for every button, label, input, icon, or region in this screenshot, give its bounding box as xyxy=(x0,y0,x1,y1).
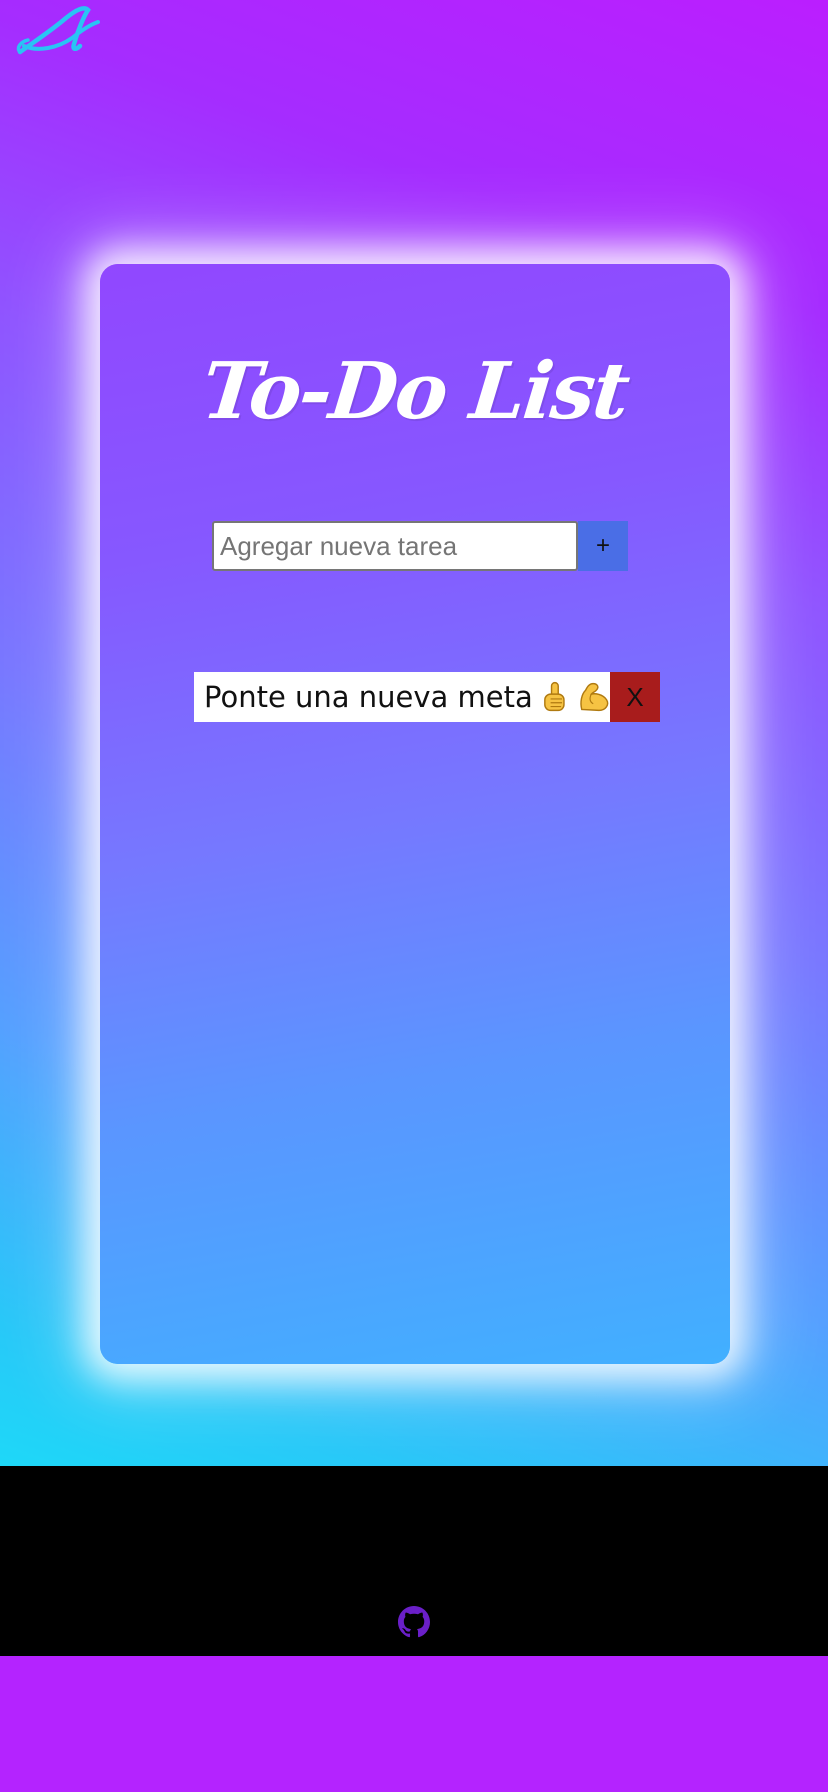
add-task-button[interactable]: + xyxy=(578,521,628,571)
page-background: To-Do List + Ponte una nueva meta X xyxy=(0,0,828,1466)
delete-task-button[interactable]: X xyxy=(610,672,660,722)
signature-logo-icon[interactable] xyxy=(14,2,100,62)
github-icon[interactable] xyxy=(398,1606,430,1638)
pointing-up-icon xyxy=(543,681,565,712)
page-title: To-Do List xyxy=(197,346,633,437)
add-task-form: + xyxy=(212,521,628,571)
bottom-background xyxy=(0,1656,828,1792)
todo-card: To-Do List + Ponte una nueva meta X xyxy=(100,264,730,1364)
flexed-biceps-icon xyxy=(579,682,608,712)
task-text-container[interactable]: Ponte una nueva meta xyxy=(194,672,610,722)
task-item: Ponte una nueva meta X xyxy=(194,672,660,722)
task-text: Ponte una nueva meta xyxy=(204,680,533,714)
footer xyxy=(0,1466,828,1656)
new-task-input[interactable] xyxy=(212,521,578,571)
